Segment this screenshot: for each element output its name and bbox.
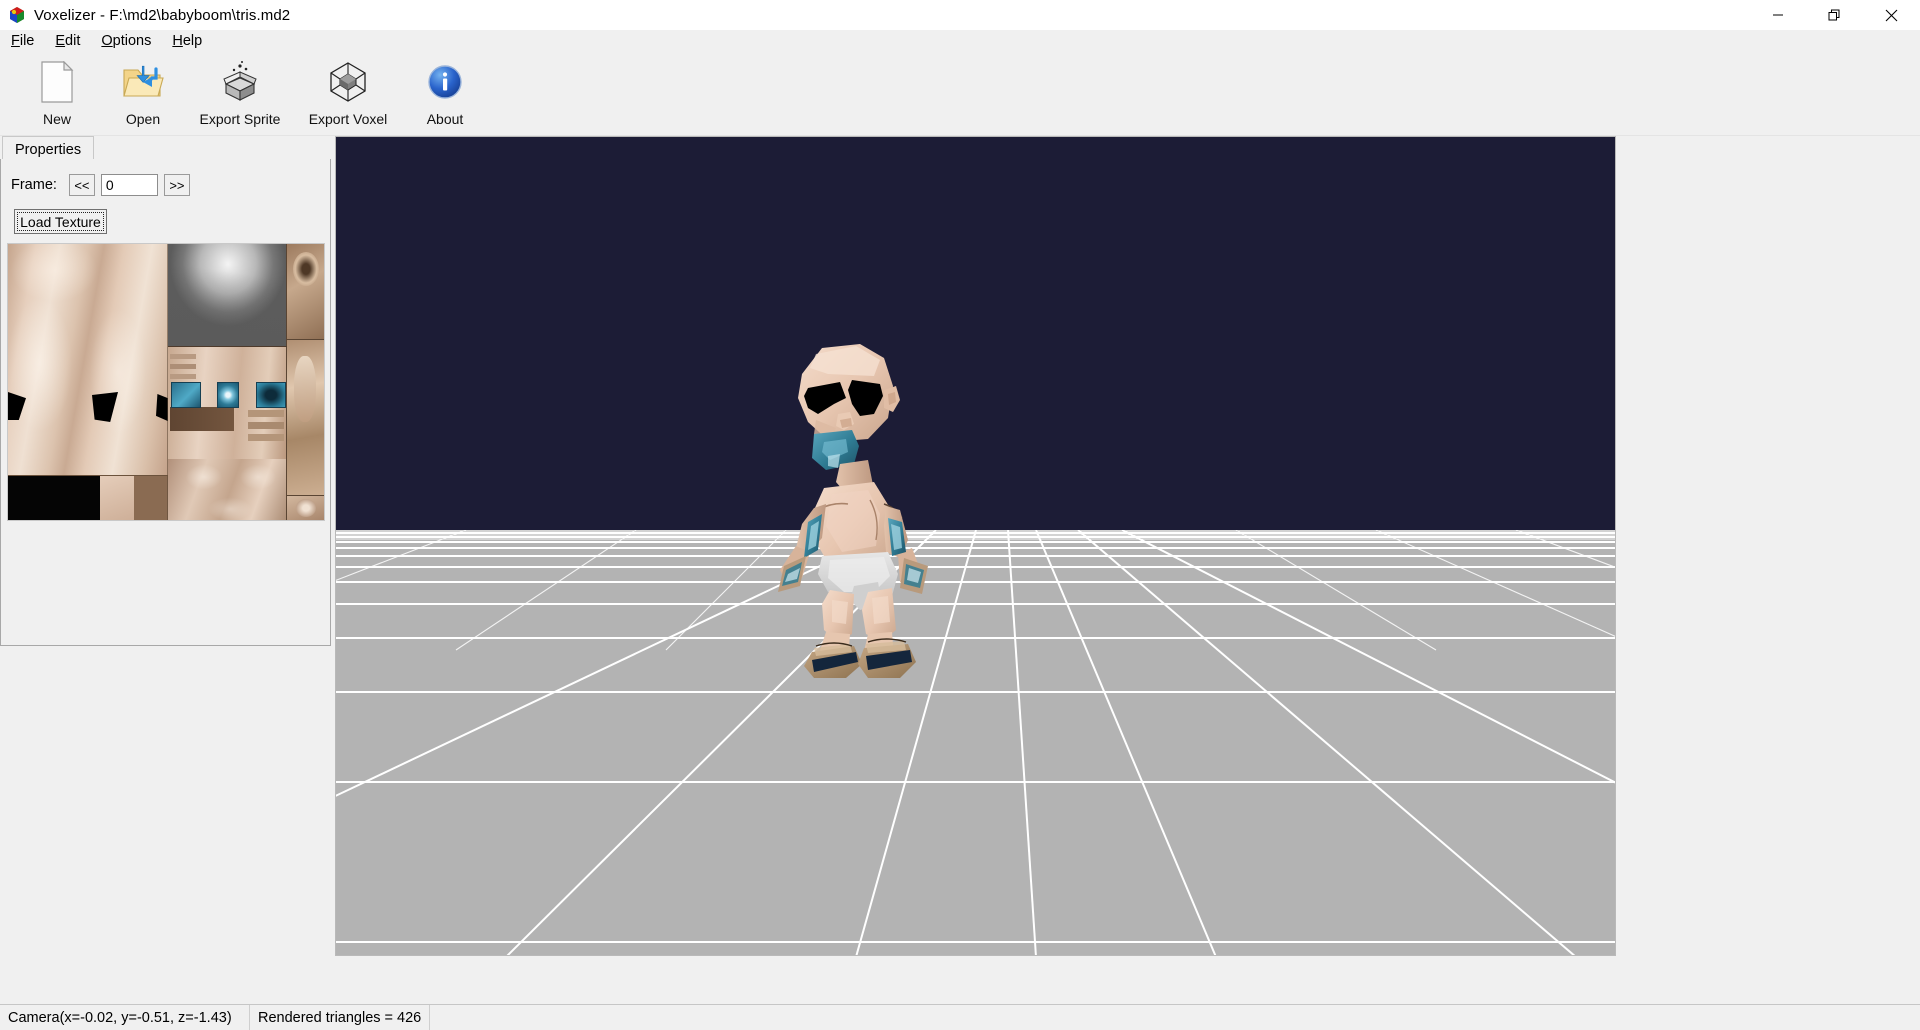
export-sprite-box-icon — [217, 59, 263, 105]
md2-skin-texture — [8, 244, 324, 520]
window-controls — [1749, 0, 1920, 30]
frame-control-row: Frame: << >> — [11, 174, 190, 196]
frame-next-button[interactable]: >> — [163, 174, 190, 196]
menu-edit[interactable]: Edit — [50, 32, 91, 50]
load-texture-button-label: Load Texture — [17, 212, 104, 231]
menu-edit-rest: dit — [65, 32, 81, 49]
close-button[interactable] — [1863, 0, 1920, 30]
info-circle-icon — [422, 59, 468, 105]
title-bar: Voxelizer - F:\md2\babyboom\tris.md2 — [0, 0, 1920, 30]
new-button-label: New — [42, 111, 71, 127]
open-folder-icon — [120, 59, 166, 105]
menu-help-rest: elp — [182, 32, 203, 49]
frame-input[interactable] — [100, 174, 158, 196]
tab-properties[interactable]: Properties — [2, 136, 95, 160]
menu-file-rest: ile — [19, 32, 35, 49]
open-button-label: Open — [125, 111, 161, 127]
menu-file[interactable]: File — [6, 32, 45, 50]
main-content: Properties Frame: << >> Load Texture — [0, 136, 1920, 1004]
menu-options[interactable]: Options — [96, 32, 162, 50]
texture-preview[interactable] — [7, 243, 325, 521]
export-sprite-button[interactable]: Export Sprite — [186, 57, 294, 133]
properties-panel-body: Frame: << >> Load Texture — [0, 159, 331, 646]
load-texture-button[interactable]: Load Texture — [14, 209, 107, 234]
export-voxel-button-label: Export Voxel — [308, 111, 388, 127]
properties-panel: Properties Frame: << >> Load Texture — [0, 136, 331, 646]
export-sprite-button-label: Export Sprite — [199, 111, 281, 127]
status-camera: Camera(x=-0.02, y=-0.51, z=-1.43) — [0, 1004, 250, 1030]
minimize-button[interactable] — [1749, 0, 1806, 30]
voxelizer-window: Voxelizer - F:\md2\babyboom\tris.md2 Fil… — [0, 0, 1920, 1030]
status-bar: Camera(x=-0.02, y=-0.51, z=-1.43) Render… — [0, 1004, 1920, 1030]
toolbar: New Open Export Sprite Export Voxel Abou… — [0, 51, 1920, 136]
new-document-icon — [34, 59, 80, 105]
about-button[interactable]: About — [402, 57, 488, 133]
frame-label: Frame: — [11, 177, 57, 193]
maximize-button[interactable] — [1806, 0, 1863, 30]
tab-strip: Properties — [0, 136, 331, 160]
export-voxel-cube-icon — [325, 59, 371, 105]
babyboom-md2-model — [756, 342, 976, 682]
menu-bar: File Edit Options Help — [0, 30, 1920, 51]
frame-prev-button[interactable]: << — [68, 174, 95, 196]
about-button-label: About — [426, 111, 464, 127]
export-voxel-button[interactable]: Export Voxel — [294, 57, 402, 133]
menu-help[interactable]: Help — [167, 32, 213, 50]
new-button[interactable]: New — [14, 57, 100, 133]
app-icon — [8, 6, 26, 24]
menu-options-rest: ptions — [112, 32, 152, 49]
3d-model-viewport[interactable] — [335, 136, 1616, 956]
open-button[interactable]: Open — [100, 57, 186, 133]
status-triangles: Rendered triangles = 426 — [250, 1004, 431, 1030]
window-title: Voxelizer - F:\md2\babyboom\tris.md2 — [34, 6, 291, 24]
